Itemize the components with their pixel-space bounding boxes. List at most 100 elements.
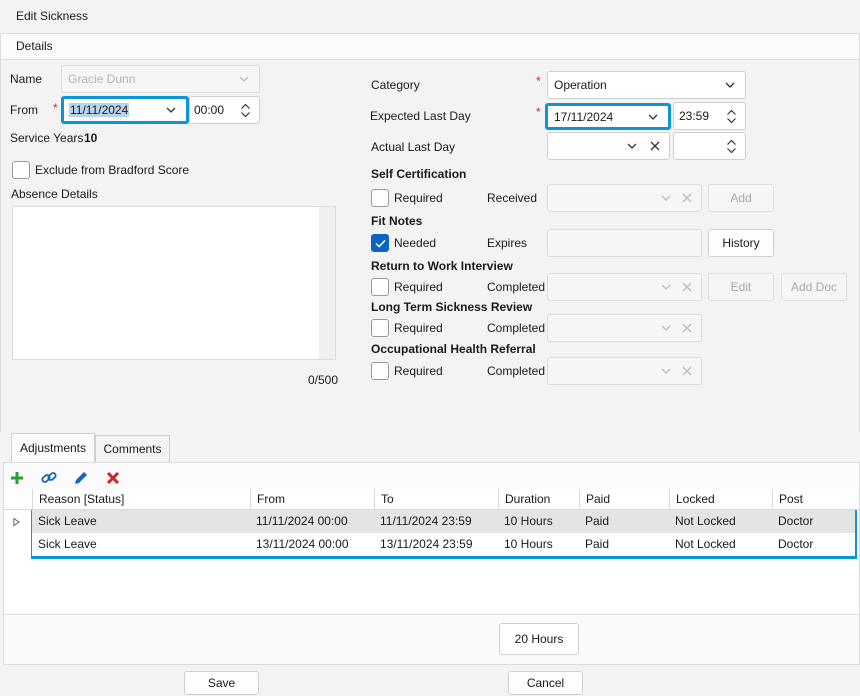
self-cert-add-button[interactable]: Add <box>708 184 774 212</box>
cell-post: Doctor <box>778 514 814 528</box>
ohr-required-label: Required <box>394 364 443 378</box>
clear-icon <box>681 322 693 334</box>
col-header-to[interactable]: To <box>374 489 498 510</box>
fit-notes-history-button[interactable]: History <box>708 229 774 257</box>
ltsr-completed-picker[interactable] <box>547 314 702 342</box>
fit-notes-title: Fit Notes <box>371 214 423 228</box>
ohr-completed-label: Completed <box>487 364 546 378</box>
chevron-down-icon <box>659 280 673 294</box>
link-icon[interactable] <box>40 469 58 487</box>
chevron-down-icon[interactable] <box>625 139 639 153</box>
expected-date-picker[interactable]: 17/11/2024 <box>545 103 671 130</box>
col-header-duration[interactable]: Duration <box>498 489 579 510</box>
spin-down-icon[interactable] <box>240 111 250 117</box>
expected-last-day-label: Expected Last Day <box>370 109 471 123</box>
cell-reason: Sick Leave <box>38 514 97 528</box>
col-header-reason[interactable]: Reason [Status] <box>32 489 250 510</box>
cancel-button[interactable]: Cancel <box>508 671 583 695</box>
actual-time-input[interactable] <box>673 132 746 160</box>
chevron-down-icon <box>237 72 251 86</box>
cell-locked: Not Locked <box>675 514 736 528</box>
ohr-completed-picker[interactable] <box>547 357 702 385</box>
expected-time-value: 23:59 <box>679 109 710 123</box>
col-header-from[interactable]: From <box>250 489 374 510</box>
cell-from: 11/11/2024 00:00 <box>256 514 348 528</box>
save-button[interactable]: Save <box>184 671 259 695</box>
chevron-down-icon <box>659 191 673 205</box>
total-duration: 20 Hours <box>499 623 579 655</box>
textarea-scrollbar[interactable] <box>319 207 335 359</box>
delete-icon[interactable] <box>104 469 122 487</box>
fit-notes-expires-field <box>547 229 702 257</box>
col-header-post[interactable]: Post <box>772 489 859 510</box>
expected-time-input[interactable]: 23:59 <box>673 102 746 130</box>
self-cert-received-picker[interactable] <box>547 184 702 212</box>
ohr-title: Occupational Health Referral <box>371 342 536 356</box>
self-cert-required-checkbox[interactable] <box>371 189 389 207</box>
rtw-completed-picker[interactable] <box>547 273 702 301</box>
chevron-down-icon <box>723 78 737 92</box>
table-row[interactable]: Sick Leave 11/11/2024 00:00 11/11/2024 2… <box>32 510 855 533</box>
rtw-completed-label: Completed <box>487 280 546 294</box>
col-header-locked[interactable]: Locked <box>669 489 772 510</box>
ltsr-required-label: Required <box>394 321 443 335</box>
clear-icon <box>681 365 693 377</box>
from-label: From <box>10 103 38 117</box>
chevron-down-icon[interactable] <box>646 110 660 124</box>
edit-icon[interactable] <box>72 469 90 487</box>
spin-down-icon[interactable] <box>726 117 736 123</box>
add-icon[interactable] <box>8 469 26 487</box>
ltsr-required-checkbox[interactable] <box>371 319 389 337</box>
col-header-paid[interactable]: Paid <box>579 489 669 510</box>
cell-to: 13/11/2024 23:59 <box>380 537 473 551</box>
cell-post: Doctor <box>778 537 814 551</box>
clear-icon[interactable] <box>649 140 661 152</box>
spin-up-icon[interactable] <box>726 139 736 145</box>
table-row[interactable]: Sick Leave 13/11/2024 00:00 13/11/2024 2… <box>32 533 855 556</box>
name-select[interactable]: Gracie Dunn <box>61 65 260 93</box>
from-time-input[interactable]: 00:00 <box>189 96 260 124</box>
service-years-label: Service Years <box>10 131 84 145</box>
ohr-required-checkbox[interactable] <box>371 362 389 380</box>
details-header-bar <box>0 33 860 60</box>
chevron-down-icon[interactable] <box>164 103 178 117</box>
rtw-required-label: Required <box>394 280 443 294</box>
name-value: Gracie Dunn <box>68 72 136 86</box>
tab-adjustments[interactable]: Adjustments <box>11 433 95 463</box>
category-select[interactable]: Operation <box>547 71 746 99</box>
cell-locked: Not Locked <box>675 537 736 551</box>
row-indicator-icon <box>13 516 20 530</box>
cell-duration: 10 Hours <box>504 537 553 551</box>
rtw-add-doc-button[interactable]: Add Doc <box>781 273 847 301</box>
actual-last-day-label: Actual Last Day <box>371 140 456 154</box>
time-spinner[interactable] <box>237 103 253 117</box>
time-spinner[interactable] <box>723 139 739 153</box>
category-label: Category <box>371 78 420 92</box>
chevron-down-icon <box>659 321 673 335</box>
cell-paid: Paid <box>585 537 610 551</box>
tab-comments[interactable]: Comments <box>95 435 170 463</box>
spin-up-icon[interactable] <box>726 109 736 115</box>
time-spinner[interactable] <box>723 109 739 123</box>
absence-details-textarea[interactable] <box>12 206 336 360</box>
ltsr-completed-label: Completed <box>487 321 546 335</box>
spin-up-icon[interactable] <box>240 103 250 109</box>
grid-header: Reason [Status] From To Duration Paid Lo… <box>4 489 859 510</box>
from-date-picker[interactable]: 11/11/2024 <box>61 96 189 124</box>
cell-paid: Paid <box>585 514 610 528</box>
cell-duration: 10 Hours <box>504 514 553 528</box>
check-icon <box>374 239 386 248</box>
clear-icon <box>681 281 693 293</box>
from-time-value: 00:00 <box>194 103 225 117</box>
category-value: Operation <box>554 78 607 92</box>
spin-down-icon[interactable] <box>726 147 736 153</box>
actual-date-picker[interactable] <box>547 132 670 160</box>
grid-toolbar <box>4 463 859 489</box>
fit-notes-needed-checkbox[interactable] <box>371 234 389 252</box>
rtw-required-checkbox[interactable] <box>371 278 389 296</box>
required-marker: * <box>536 74 541 88</box>
exclude-bradford-checkbox[interactable] <box>12 161 30 179</box>
rtw-edit-button[interactable]: Edit <box>708 273 774 301</box>
ltsr-title: Long Term Sickness Review <box>371 300 533 314</box>
self-cert-required-label: Required <box>394 191 443 205</box>
